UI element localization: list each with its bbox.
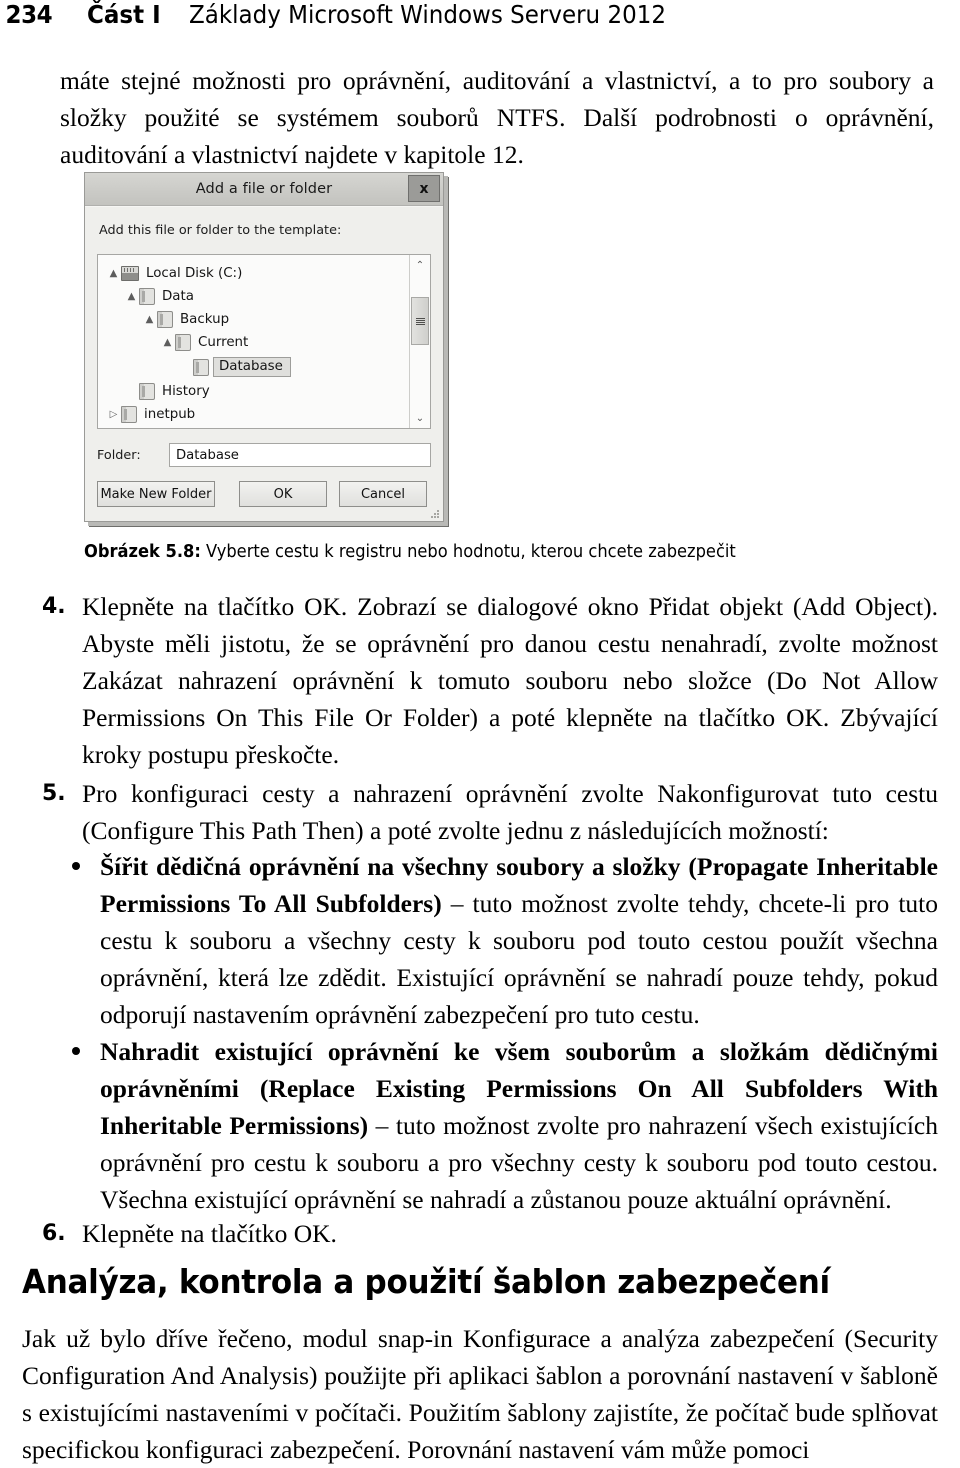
tree-scrollbar[interactable]: ⌃ ⌄ <box>409 255 430 428</box>
folder-field-label: Folder: <box>97 447 141 463</box>
scrollbar-thumb[interactable] <box>411 297 429 345</box>
tree-item-label: Database <box>213 357 291 377</box>
ok-button[interactable]: OK <box>239 481 327 507</box>
list-item: 4. Klepněte na tlačítko OK. Zobrazí se d… <box>22 588 938 773</box>
tree-item-current[interactable]: ▲ Current <box>106 331 409 354</box>
folder-icon <box>175 334 191 351</box>
bullet-replace: Nahradit existující oprávnění ke všem so… <box>58 1033 938 1218</box>
figure-caption-label: Obrázek 5.8: <box>84 542 201 562</box>
drive-icon <box>121 266 139 281</box>
folder-icon <box>139 288 155 305</box>
step-number: 6. <box>42 1221 66 1246</box>
page-title: Analýza, kontrola a použití šablon zabez… <box>22 1262 830 1301</box>
expander-icon[interactable]: ▲ <box>124 291 139 302</box>
tree-item-label: Local Disk (C:) <box>146 266 243 281</box>
dialog-body: Add this file or folder to the template:… <box>85 206 443 521</box>
scroll-up-icon[interactable]: ⌃ <box>410 255 430 275</box>
step-number: 4. <box>42 594 66 619</box>
dialog-button-row: Make New Folder OK Cancel <box>97 481 431 507</box>
expander-icon[interactable]: ▲ <box>106 268 121 279</box>
list-item: 5. Pro konfiguraci cesty a nahrazení opr… <box>22 775 938 849</box>
section-paragraph-block: Jak už bylo dříve řečeno, modul snap-in … <box>22 1320 938 1468</box>
step-text: Pro konfiguraci cesty a nahrazení oprávn… <box>82 779 938 845</box>
tree-item-data[interactable]: ▲ Data <box>106 285 409 308</box>
dialog-window: Add a file or folder x Add this file or … <box>84 172 444 522</box>
tree-item-label: History <box>162 384 210 399</box>
bullet-icon <box>72 862 80 870</box>
folder-icon <box>157 311 173 328</box>
list-item: Nahradit existující oprávnění ke všem so… <box>58 1033 938 1218</box>
folder-icon <box>139 383 155 400</box>
list-item: 6. Klepněte na tlačítko OK. <box>22 1215 938 1252</box>
make-new-folder-button[interactable]: Make New Folder <box>97 481 215 507</box>
cancel-button[interactable]: Cancel <box>339 481 427 507</box>
intro-paragraph-block: máte stejné možnosti pro oprávnění, audi… <box>22 62 938 173</box>
bullet-text: Šířit dědičná oprávnění na všechny soubo… <box>100 848 938 1033</box>
tree-item-inetpub[interactable]: ▷ inetpub <box>106 403 409 426</box>
bullet-icon <box>72 1047 80 1055</box>
bullet-propagate: Šířit dědičná oprávnění na všechny soubo… <box>58 848 938 1033</box>
resize-grip-icon[interactable] <box>431 510 439 518</box>
folder-icon <box>193 358 209 376</box>
part-label: Část I <box>86 0 161 29</box>
expander-icon[interactable]: ▲ <box>142 314 157 325</box>
book-title: Základy Microsoft Windows Serveru 2012 <box>188 0 666 29</box>
tree-item-local-disk[interactable]: ▲ Local Disk (C:) <box>106 262 409 285</box>
bullet-text: Nahradit existující oprávnění ke všem so… <box>100 1033 938 1218</box>
expander-icon[interactable]: ▲ <box>160 337 175 348</box>
figure-caption-text: Vyberte cestu k registru nebo hodnotu, k… <box>200 542 736 562</box>
folder-field-row: Folder: Database <box>97 443 431 467</box>
tree-item-label: Data <box>162 289 194 304</box>
tree-item-label: Current <box>198 335 249 350</box>
figure-caption: Obrázek 5.8: Vyberte cestu k registru ne… <box>84 540 893 564</box>
folder-tree-panel[interactable]: ▲ Local Disk (C:) ▲ Data ▲ Backup ▲ Curr… <box>97 254 431 429</box>
expander-icon[interactable]: ▷ <box>106 409 121 420</box>
folder-tree[interactable]: ▲ Local Disk (C:) ▲ Data ▲ Backup ▲ Curr… <box>98 255 409 428</box>
scroll-down-icon[interactable]: ⌄ <box>410 408 430 428</box>
figure-add-file-or-folder: Add a file or folder x Add this file or … <box>84 172 444 522</box>
step-text: Klepněte na tlačítko OK. Zobrazí se dial… <box>82 592 938 769</box>
page-folio: 234 <box>5 0 53 29</box>
dialog-title: Add a file or folder <box>195 181 333 197</box>
step-4: 4. Klepněte na tlačítko OK. Zobrazí se d… <box>22 588 938 773</box>
list-item: Šířit dědičná oprávnění na všechny soubo… <box>58 848 938 1033</box>
dialog-titlebar: Add a file or folder x <box>85 173 443 206</box>
tree-item-database[interactable]: Database <box>106 354 409 380</box>
close-icon[interactable]: x <box>408 175 440 202</box>
dialog-prompt: Add this file or folder to the template: <box>99 223 342 238</box>
tree-item-history[interactable]: History <box>106 380 409 403</box>
intro-paragraph: máte stejné možnosti pro oprávnění, audi… <box>60 66 934 169</box>
scrollbar-grip-icon <box>415 317 425 325</box>
step-6: 6. Klepněte na tlačítko OK. <box>22 1215 938 1252</box>
step-text: Klepněte na tlačítko OK. <box>82 1219 337 1248</box>
step-5: 5. Pro konfiguraci cesty a nahrazení opr… <box>22 775 938 849</box>
folder-input[interactable]: Database <box>169 443 431 467</box>
section-paragraph: Jak už bylo dříve řečeno, modul snap-in … <box>22 1324 938 1464</box>
tree-item-backup[interactable]: ▲ Backup <box>106 308 409 331</box>
tree-item-label: Backup <box>180 312 230 327</box>
step-number: 5. <box>42 781 66 806</box>
tree-item-label: inetpub <box>144 407 196 422</box>
running-head: 234 Část I Základy Microsoft Windows Ser… <box>0 0 960 46</box>
folder-icon <box>121 406 137 423</box>
